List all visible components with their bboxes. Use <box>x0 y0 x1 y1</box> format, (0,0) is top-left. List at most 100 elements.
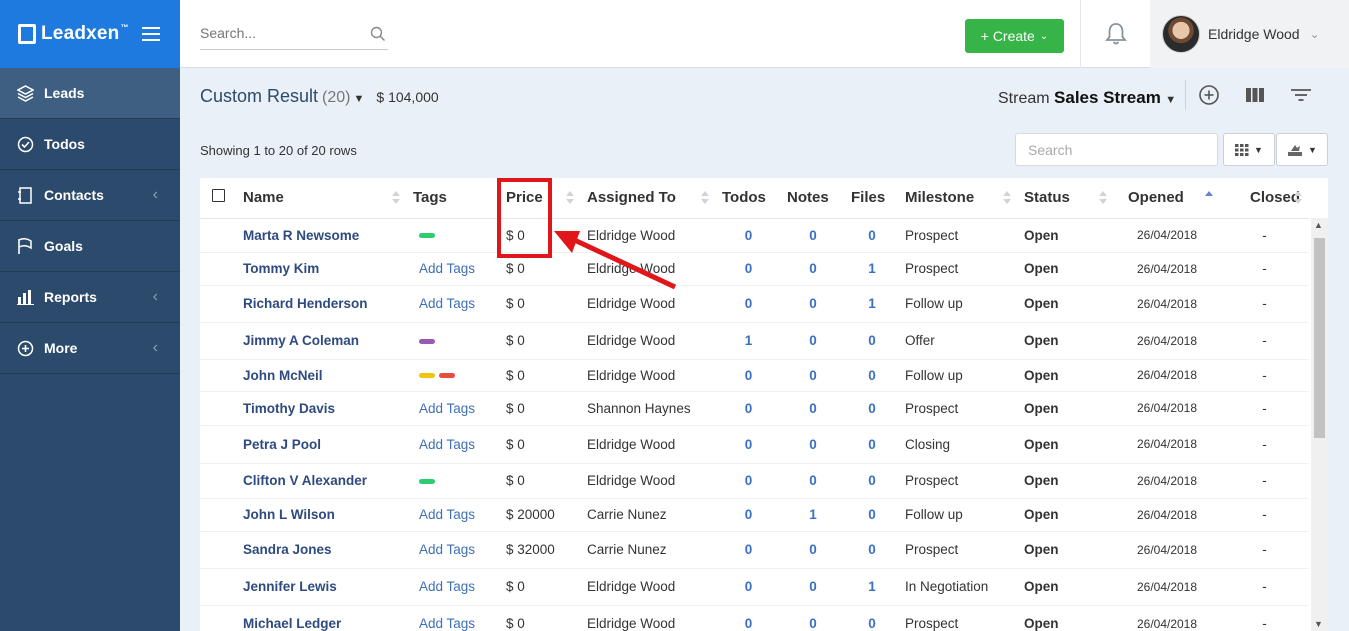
tag-chip[interactable] <box>419 233 435 239</box>
tag-chip[interactable] <box>419 478 435 484</box>
todos-count-link[interactable]: 0 <box>716 218 781 253</box>
stream-selector[interactable]: Stream Sales Stream ▼ <box>998 88 1176 108</box>
files-count-link[interactable]: 0 <box>845 605 899 631</box>
files-count-link[interactable]: 0 <box>845 359 899 392</box>
table-row[interactable]: Petra J Pool Add Tags $ 0 Eldridge Wood 0 0 0 C… <box>200 425 1309 464</box>
notes-count-link[interactable]: 0 <box>781 252 845 286</box>
todos-count-link[interactable]: 0 <box>716 605 781 631</box>
search-icon[interactable] <box>370 26 386 42</box>
lead-name-link[interactable]: Sandra Jones <box>237 531 407 569</box>
todos-count-link[interactable]: 0 <box>716 359 781 392</box>
notes-count-link[interactable]: 0 <box>781 531 845 569</box>
global-search-input[interactable] <box>200 20 360 46</box>
lead-name-link[interactable]: John McNeil <box>237 359 407 392</box>
files-count-link[interactable]: 0 <box>845 425 899 464</box>
lead-name-link[interactable]: Tommy Kim <box>237 252 407 286</box>
columns-toggle-button[interactable]: ▼ <box>1223 133 1275 166</box>
brand-name[interactable]: Leadxen™ <box>41 23 129 45</box>
todos-count-link[interactable]: 0 <box>716 425 781 464</box>
files-count-link[interactable]: 0 <box>845 391 899 426</box>
sidebar-item-more[interactable]: More ‹ <box>0 323 180 374</box>
todos-count-link[interactable]: 0 <box>716 498 781 532</box>
files-count-link[interactable]: 0 <box>845 498 899 532</box>
lead-name-link[interactable]: Michael Ledger <box>237 605 407 631</box>
column-header-tags[interactable]: Tags <box>407 178 500 219</box>
sidebar-item-contacts[interactable]: Contacts ‹ <box>0 170 180 221</box>
todos-count-link[interactable]: 0 <box>716 252 781 286</box>
notes-count-link[interactable]: 0 <box>781 391 845 426</box>
column-header-name[interactable]: Name <box>237 178 407 219</box>
column-header-closed[interactable]: Closed <box>1220 178 1309 219</box>
tag-chip[interactable] <box>439 373 455 379</box>
sidebar-item-leads[interactable]: Leads <box>0 68 180 119</box>
notes-count-link[interactable]: 1 <box>781 498 845 532</box>
view-dropdown-caret-icon[interactable]: ▼ <box>354 93 365 105</box>
table-scrollbar[interactable]: ▲ ▼ <box>1311 218 1328 631</box>
todos-count-link[interactable]: 0 <box>716 285 781 323</box>
user-menu[interactable]: Eldridge Wood ⌄ <box>1150 0 1349 68</box>
lead-name-link[interactable]: Petra J Pool <box>237 425 407 464</box>
notes-count-link[interactable]: 0 <box>781 285 845 323</box>
column-header-todos[interactable]: Todos <box>716 178 781 219</box>
files-count-link[interactable]: 1 <box>845 285 899 323</box>
table-row[interactable]: Richard Henderson Add Tags $ 0 Eldridge Woo… <box>200 285 1309 323</box>
notes-count-link[interactable]: 0 <box>781 425 845 464</box>
notifications-button[interactable] <box>1080 0 1150 68</box>
files-count-link[interactable]: 1 <box>845 252 899 286</box>
lead-name-link[interactable]: Jimmy A Coleman <box>237 322 407 360</box>
column-header-assigned-to[interactable]: Assigned To <box>581 178 716 219</box>
column-header-files[interactable]: Files <box>845 178 899 219</box>
files-count-link[interactable]: 1 <box>845 568 899 606</box>
notes-count-link[interactable]: 0 <box>781 568 845 606</box>
table-row[interactable]: Sandra Jones Add Tags $ 32000 Carrie Nunez 0… <box>200 531 1309 569</box>
add-tags-link[interactable]: Add Tags <box>419 542 475 557</box>
add-tags-link[interactable]: Add Tags <box>419 507 475 522</box>
scroll-up-icon[interactable]: ▲ <box>1314 220 1323 230</box>
add-tags-link[interactable]: Add Tags <box>419 296 475 311</box>
table-row[interactable]: John McNeil $ 0 Eldridge Wood 0 0 0 Follow up O… <box>200 359 1309 392</box>
table-row[interactable]: Tommy Kim Add Tags $ 0 Eldridge Wood 0 0 1 Pros… <box>200 252 1309 286</box>
add-tags-link[interactable]: Add Tags <box>419 401 475 416</box>
table-row[interactable]: Jennifer Lewis Add Tags $ 0 Eldridge Wood 0 0… <box>200 568 1309 606</box>
table-row[interactable]: Clifton V Alexander $ 0 Eldridge Wood 0 0 0 Pr… <box>200 463 1309 499</box>
files-count-link[interactable]: 0 <box>845 322 899 360</box>
sidebar-item-reports[interactable]: Reports ‹ <box>0 272 180 323</box>
notes-count-link[interactable]: 0 <box>781 322 845 360</box>
scroll-down-icon[interactable]: ▼ <box>1314 619 1323 629</box>
lead-name-link[interactable]: Marta R Newsome <box>237 218 407 253</box>
filter-button[interactable] <box>1278 80 1324 110</box>
todos-count-link[interactable]: 0 <box>716 463 781 499</box>
scrollbar-thumb[interactable] <box>1314 238 1325 438</box>
sidebar-item-goals[interactable]: Goals <box>0 221 180 272</box>
tag-chip[interactable] <box>419 338 435 344</box>
column-header-opened[interactable]: Opened <box>1114 178 1220 219</box>
table-search-input[interactable]: Search <box>1015 133 1218 166</box>
board-view-button[interactable] <box>1232 80 1278 110</box>
menu-toggle-icon[interactable] <box>142 23 160 45</box>
column-header-status[interactable]: Status <box>1018 178 1114 219</box>
table-row[interactable]: Jimmy A Coleman $ 0 Eldridge Wood 1 0 0 Offer O… <box>200 322 1309 360</box>
notes-count-link[interactable]: 0 <box>781 218 845 253</box>
lead-name-link[interactable]: Clifton V Alexander <box>237 463 407 499</box>
todos-count-link[interactable]: 0 <box>716 568 781 606</box>
lead-name-link[interactable]: Jennifer Lewis <box>237 568 407 606</box>
add-tags-link[interactable]: Add Tags <box>419 616 475 631</box>
notes-count-link[interactable]: 0 <box>781 359 845 392</box>
sidebar-item-todos[interactable]: Todos <box>0 119 180 170</box>
todos-count-link[interactable]: 0 <box>716 531 781 569</box>
table-row[interactable]: Michael Ledger Add Tags $ 0 Eldridge Wood 0 0… <box>200 605 1309 631</box>
column-header-notes[interactable]: Notes <box>781 178 845 219</box>
add-lead-button[interactable] <box>1186 80 1232 110</box>
table-row[interactable]: Marta R Newsome $ 0 Eldridge Wood 0 0 0 Prospe… <box>200 218 1309 253</box>
table-row[interactable]: John L Wilson Add Tags $ 20000 Carrie Nunez… <box>200 498 1309 532</box>
lead-name-link[interactable]: Timothy Davis <box>237 391 407 426</box>
files-count-link[interactable]: 0 <box>845 463 899 499</box>
table-row[interactable]: Timothy Davis Add Tags $ 0 Shannon Haynes 0 0… <box>200 391 1309 426</box>
notes-count-link[interactable]: 0 <box>781 605 845 631</box>
todos-count-link[interactable]: 0 <box>716 391 781 426</box>
select-all-checkbox[interactable] <box>200 178 237 219</box>
tag-chip[interactable] <box>419 373 435 379</box>
notes-count-link[interactable]: 0 <box>781 463 845 499</box>
add-tags-link[interactable]: Add Tags <box>419 579 475 594</box>
export-button[interactable]: ▼ <box>1276 133 1328 166</box>
